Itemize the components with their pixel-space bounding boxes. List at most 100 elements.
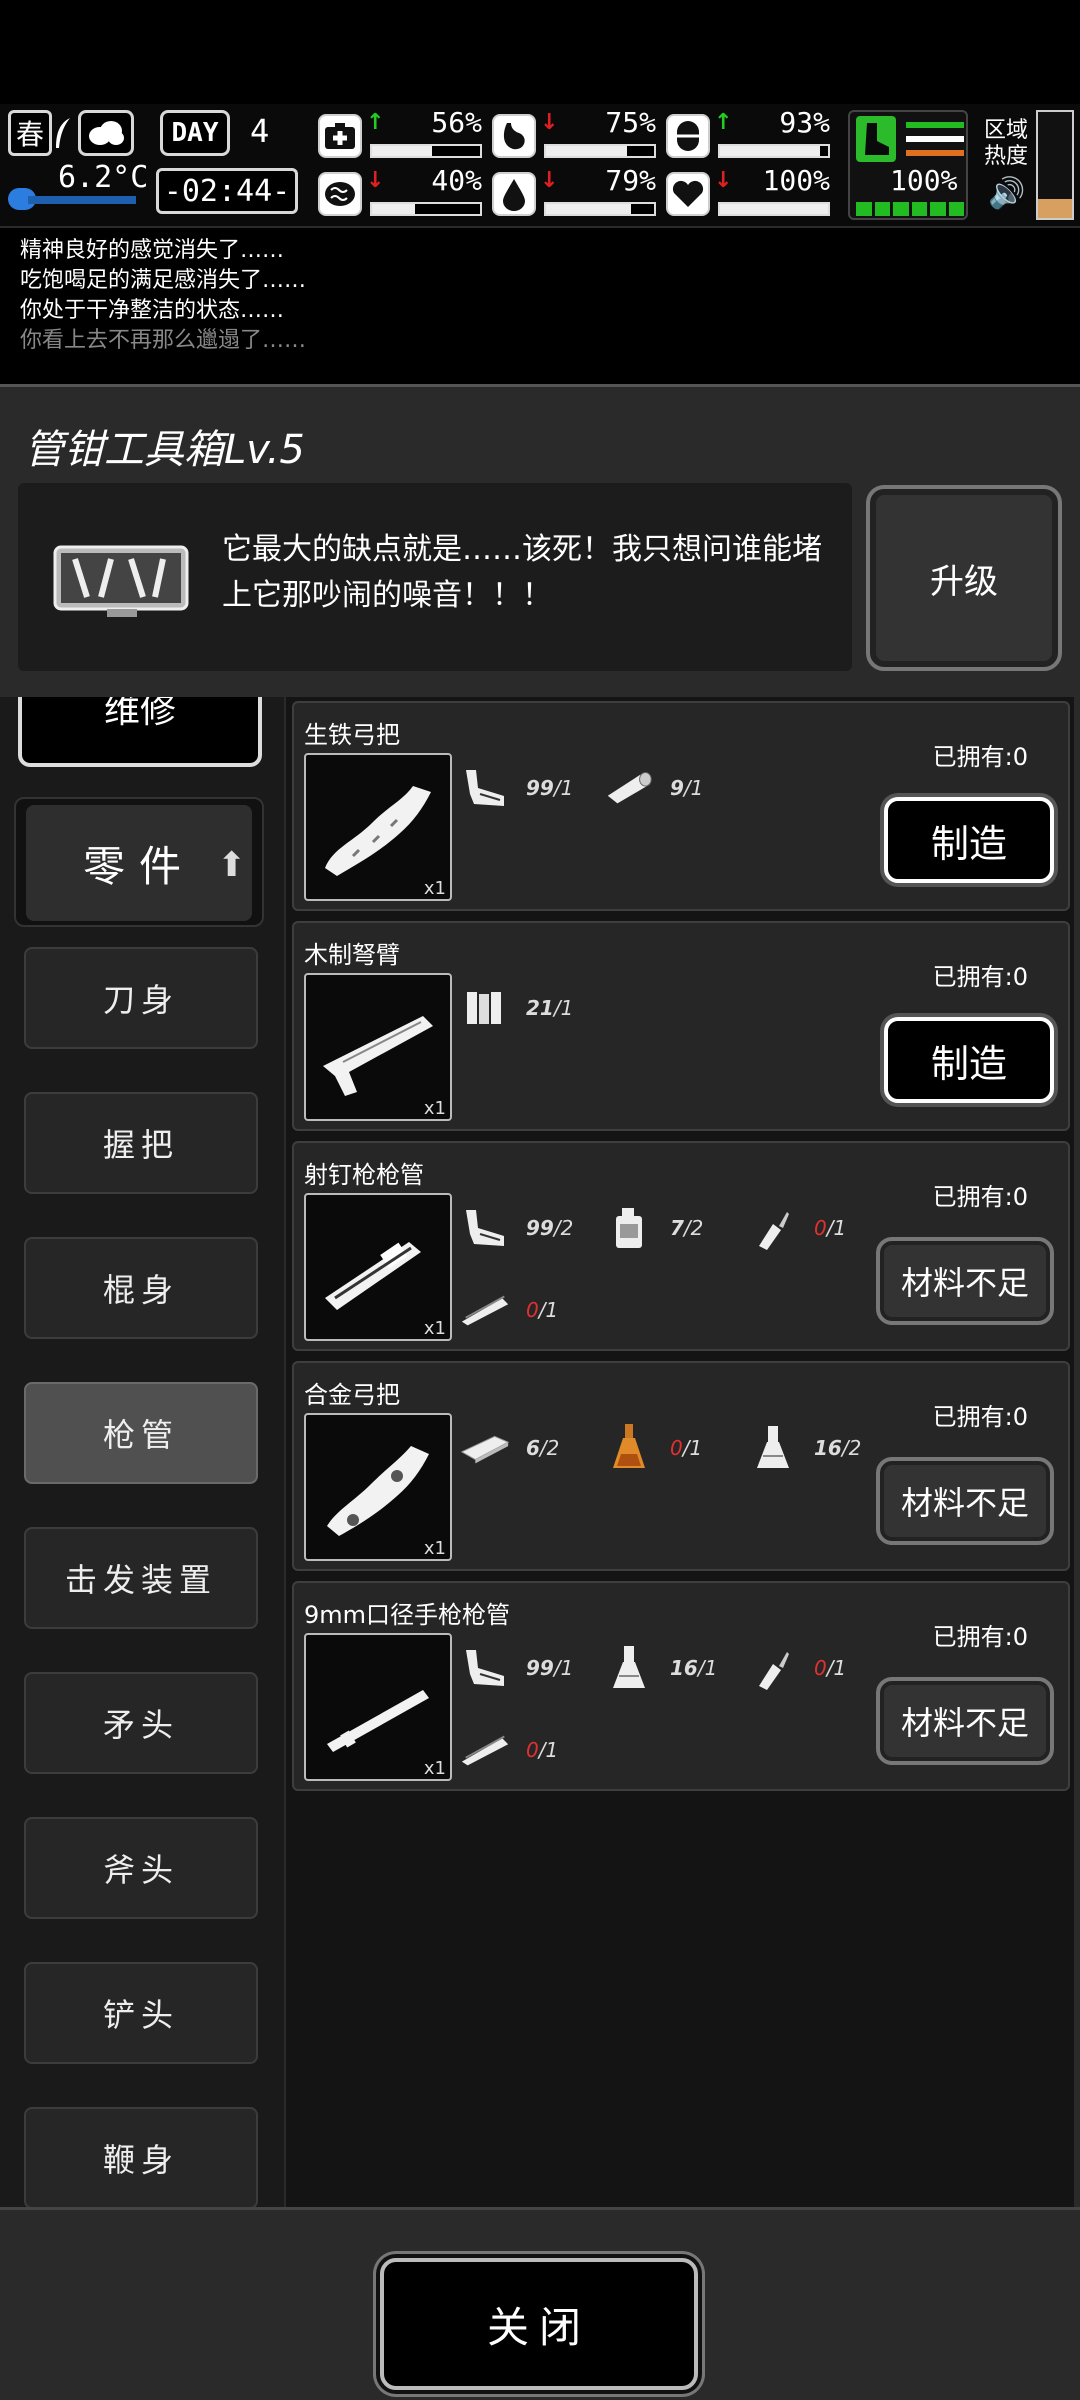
craft-button[interactable]: 制造 — [884, 797, 1054, 883]
insufficient-materials-button[interactable]: 材料不足 — [876, 1237, 1054, 1325]
collapse-arrow-icon[interactable]: ⬆ — [218, 845, 247, 885]
stat-value: 75% — [605, 106, 656, 139]
subcategory-item[interactable]: 棍身 — [24, 1237, 258, 1339]
recipe-card[interactable]: 生铁弓把 已拥有:0 x1 99/1 9/1 制造 — [292, 701, 1070, 911]
chemical-flask-icon — [746, 1426, 800, 1470]
material-requirement: 9/1 — [602, 763, 703, 813]
output-quantity: x1 — [423, 1098, 446, 1119]
subcategory-item[interactable]: 鞭身 — [24, 2107, 258, 2207]
planks-icon — [458, 986, 512, 1030]
material-requirement: 0/1 — [746, 1643, 846, 1693]
log-line: 你看上去不再那么邋遢了…… — [20, 328, 307, 353]
pipe-wrench-icon — [458, 1646, 512, 1690]
metal-bar-icon — [458, 1426, 512, 1470]
subcategory-item[interactable]: 矛头 — [24, 1672, 258, 1774]
material-need: 2 — [560, 1216, 574, 1240]
panel-footer: 关闭 — [0, 2207, 1080, 2400]
material-count: 7/2 — [670, 1216, 704, 1240]
temperature-gauge: 6.2°C — [8, 160, 148, 216]
category-parts-tab[interactable]: 零件 ⬆ — [14, 797, 264, 927]
insufficient-materials-button[interactable]: 材料不足 — [876, 1457, 1054, 1545]
stat-bar — [718, 202, 830, 216]
speaker-icon[interactable]: 🔊 — [988, 176, 1025, 211]
material-have: 16 — [814, 1436, 842, 1460]
material-need: 1 — [690, 776, 704, 800]
material-have: 99 — [526, 776, 554, 800]
material-requirement: 16/2 — [746, 1423, 861, 1473]
output-quantity: x1 — [423, 1758, 446, 1779]
material-have: 0 — [526, 1738, 539, 1762]
cast-iron-bow-grip-icon: x1 — [304, 753, 452, 901]
day-number: 4 — [250, 112, 270, 150]
stat-bar — [370, 144, 482, 158]
workbench-description-box: 它最大的缺点就是……该死！我只想问谁能堵上它那吵闹的噪音！！！ — [18, 483, 852, 671]
season-badge: 春 — [8, 110, 52, 156]
recipe-list[interactable]: 生铁弓把 已拥有:0 x1 99/1 9/1 制造 木制弩臂 已拥有:0 x1 21/1 制造 射钉枪… — [286, 697, 1074, 2207]
message-log: 精神良好的感觉消失了…… 吃饱喝足的满足感消失了…… 你处于干净整洁的状态…… 你看上… — [0, 230, 1080, 380]
log-icon — [602, 766, 656, 810]
subcategory-item[interactable]: 握把 — [24, 1092, 258, 1194]
stat-value: 40% — [431, 164, 482, 197]
stat-value: 93% — [779, 106, 830, 139]
subcategory-item[interactable]: 斧头 — [24, 1817, 258, 1919]
stat-hunger: ↓ 75% — [492, 106, 662, 164]
material-requirement: 99/1 — [458, 763, 573, 813]
pistol-barrel-icon: x1 — [304, 1633, 452, 1781]
material-need: 2 — [546, 1436, 560, 1460]
material-need: 1 — [833, 1216, 847, 1240]
craft-button[interactable]: 制造 — [884, 1017, 1054, 1103]
subcategory-item[interactable]: 枪管 — [24, 1382, 258, 1484]
zone-heat-meter — [1036, 110, 1074, 220]
material-have: 7 — [670, 1216, 684, 1240]
log-line: 你处于干净整洁的状态…… — [20, 298, 285, 323]
clock-display: -02:44- — [156, 168, 298, 214]
water-drop-icon — [492, 172, 536, 216]
material-count: 0/1 — [526, 1738, 559, 1762]
stat-thirst: ↓ 79% — [492, 164, 662, 222]
feather-icon — [50, 110, 76, 156]
toolbox-icon — [46, 523, 196, 633]
material-count: 16/1 — [670, 1656, 718, 1680]
material-need: 1 — [704, 1656, 718, 1680]
zone-heat-label-line1: 区域 — [984, 118, 1029, 143]
temperature-value: 6.2°C — [58, 160, 149, 195]
material-requirement: 6/2 — [458, 1423, 559, 1473]
subcategory-item[interactable]: 击发装置 — [24, 1527, 258, 1629]
close-button[interactable]: 关闭 — [380, 2258, 698, 2390]
material-requirement: 99/2 — [458, 1203, 573, 1253]
recipe-name: 射钉枪枪管 — [304, 1161, 424, 1189]
recipe-card[interactable]: 木制弩臂 已拥有:0 x1 21/1 制造 — [292, 921, 1070, 1131]
material-have: 9 — [670, 776, 684, 800]
material-requirement: 0/1 — [602, 1423, 702, 1473]
pipe-wrench-icon — [458, 766, 512, 810]
subcategory-item[interactable]: 刀身 — [24, 947, 258, 1049]
metal-pipe-icon — [458, 1288, 512, 1332]
recipe-card[interactable]: 9mm口径手枪枪管 已拥有:0 x1 99/1 16/1 0/1 0/1 材料不足 — [292, 1581, 1070, 1791]
material-count: 0/1 — [526, 1298, 559, 1322]
material-count: 16/2 — [814, 1436, 862, 1460]
recipe-card[interactable]: 合金弓把 已拥有:0 x1 6/2 0/1 16/2 材料不足 — [292, 1361, 1070, 1571]
status-hud: 春 6.2°C DAY 4 -02:44- ↑ 56% ↓ 75% ↑ 93% ↓ 40% ↓ 7… — [0, 104, 1080, 228]
alloy-bow-grip-icon: x1 — [304, 1413, 452, 1561]
potion-flask-icon — [602, 1424, 656, 1470]
owned-count: 已拥有:0 — [932, 1183, 1028, 1211]
stat-bar — [718, 144, 830, 158]
material-requirement: 21/1 — [458, 983, 573, 1033]
material-count: 99/2 — [526, 1216, 574, 1240]
recipe-name: 9mm口径手枪枪管 — [304, 1601, 511, 1629]
material-have: 6 — [526, 1436, 540, 1460]
material-count: 21/1 — [526, 996, 574, 1020]
material-need: 1 — [560, 996, 574, 1020]
material-need: 1 — [560, 1656, 574, 1680]
stat-value: 79% — [605, 164, 656, 197]
insufficient-materials-button[interactable]: 材料不足 — [876, 1677, 1054, 1765]
material-count: 0/1 — [670, 1436, 703, 1460]
material-need: 2 — [848, 1436, 862, 1460]
category-repair-tab[interactable]: 维修 — [18, 697, 262, 767]
upgrade-button[interactable]: 升级 — [866, 485, 1062, 671]
metal-pipe-icon — [458, 1728, 512, 1772]
trend-down-icon: ↓ — [540, 168, 559, 193]
day-label: DAY — [160, 110, 230, 156]
subcategory-item[interactable]: 铲头 — [24, 1962, 258, 2064]
recipe-card[interactable]: 射钉枪枪管 已拥有:0 x1 99/2 7/2 0/1 0/1 材料不足 — [292, 1141, 1070, 1351]
